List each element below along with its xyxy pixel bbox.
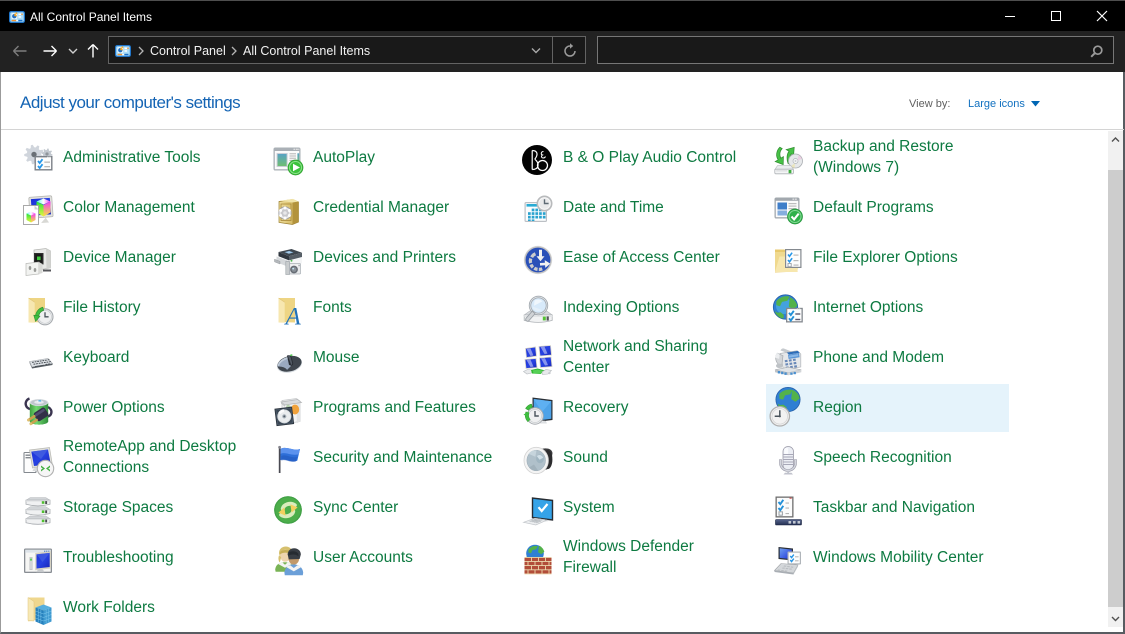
svg-text:A: A bbox=[284, 304, 302, 331]
